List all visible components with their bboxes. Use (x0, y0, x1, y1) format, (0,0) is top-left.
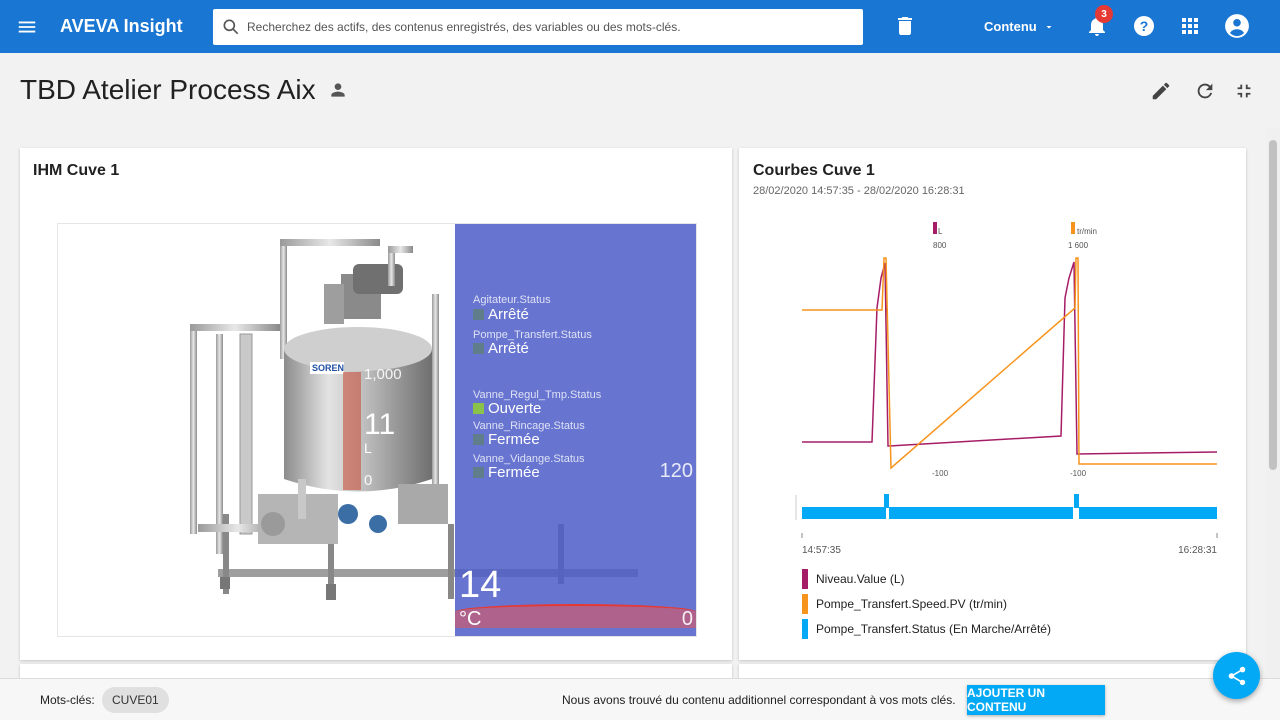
legend-swatch (802, 569, 808, 589)
person-icon (328, 80, 348, 100)
level-gauge-max: 1,000 (364, 366, 402, 383)
hmi-card: IHM Cuve 1 SOREN 1,000 11 L 0 Agitateur.… (20, 148, 732, 660)
status-square-icon (473, 309, 484, 320)
speed-unit-label: tr/min (1077, 227, 1097, 236)
top-app-bar: AVEVA Insight Contenu 3 ? (0, 0, 1280, 53)
legend-label: Pompe_Transfert.Speed.PV (tr/min) (816, 597, 1007, 611)
temperature-gauge-bar (455, 604, 696, 628)
niveau-scale-bottom: -100 (932, 469, 949, 478)
status-square-icon (473, 434, 484, 445)
keyword-suggestion-bar: Mots-clés: CUVE01 Nous avons trouvé du c… (0, 678, 1280, 720)
status-band-spike (1074, 494, 1079, 508)
add-content-button[interactable]: AJOUTER UN CONTENU (967, 685, 1105, 715)
content-dropdown[interactable]: Contenu (984, 19, 1055, 34)
hamburger-menu-icon[interactable] (16, 16, 38, 38)
transfer-pump-status-text: Arrêté (488, 340, 529, 357)
search-box[interactable] (213, 9, 863, 45)
search-input[interactable] (247, 20, 847, 34)
share-fab[interactable] (1213, 652, 1260, 699)
legend-label: Pompe_Transfert.Status (En Marche/Arrêté… (816, 622, 1051, 636)
app-title[interactable]: AVEVA Insight (60, 16, 183, 37)
status-band-segment (802, 507, 886, 519)
scrollbar-thumb[interactable] (1269, 140, 1277, 470)
search-icon (223, 19, 239, 35)
apps-grid-icon[interactable] (1178, 14, 1202, 38)
speed-scale-top: 1 600 (1068, 241, 1089, 250)
agitator-status-text: Arrêté (488, 306, 529, 323)
found-content-message: Nous avons trouvé du contenu additionnel… (562, 693, 956, 707)
legend-label: Niveau.Value (L) (816, 572, 905, 586)
keywords-label: Mots-clés: (40, 693, 95, 707)
edit-pencil-icon[interactable] (1150, 80, 1172, 102)
series-niveau-line (802, 261, 1218, 455)
status-square-icon (473, 467, 484, 478)
hmi-card-title: IHM Cuve 1 (33, 162, 120, 179)
legend-swatch (802, 594, 808, 614)
chart-card: Courbes Cuve 1 28/02/2020 14:57:35 - 28/… (739, 148, 1246, 660)
temperature-gauge-min: 0 (681, 608, 693, 630)
tank-brand-label: SOREN (312, 363, 345, 373)
caret-down-icon (1046, 25, 1052, 28)
status-band-segment (889, 507, 1073, 519)
share-icon (1228, 666, 1245, 685)
drain-valve-status-value: Fermée (473, 464, 540, 481)
page-title: TBD Atelier Process Aix (20, 74, 316, 105)
niveau-scale-marker (933, 222, 937, 234)
notification-count-badge: 3 (1095, 5, 1113, 23)
page-scrollbar[interactable] (1266, 128, 1280, 678)
svg-text:?: ? (1140, 18, 1149, 34)
delete-icon[interactable] (893, 14, 917, 38)
legend-item-niveau[interactable]: Niveau.Value (L) (802, 569, 905, 589)
rinse-valve-status-value: Fermée (473, 431, 540, 448)
speed-scale-bottom: -100 (1070, 469, 1087, 478)
temperature-unit: °C (459, 608, 482, 630)
chart-card-title: Courbes Cuve 1 (753, 162, 875, 179)
series-speed-line (802, 257, 1217, 470)
level-unit: L (364, 440, 372, 456)
legend-item-status[interactable]: Pompe_Transfert.Status (En Marche/Arrêté… (802, 619, 1051, 639)
refresh-icon[interactable] (1194, 80, 1216, 102)
keyword-chip[interactable]: CUVE01 (102, 687, 169, 713)
status-overlay-panel: Agitateur.Status Arrêté Pompe_Transfert.… (455, 224, 696, 636)
status-square-icon (473, 403, 484, 414)
level-value: 11 (364, 408, 396, 441)
x-axis-start-label: 14:57:35 (802, 545, 841, 556)
temperature-value: 14 (459, 564, 502, 606)
hmi-graphic: SOREN 1,000 11 L 0 Agitateur.Status Arrê… (57, 223, 697, 637)
help-icon[interactable]: ? (1132, 14, 1156, 38)
transfer-pump-status-value: Arrêté (473, 340, 529, 357)
temp-valve-status-text: Ouverte (488, 400, 542, 417)
status-band-spike (884, 494, 889, 508)
rinse-valve-status-text: Fermée (488, 431, 540, 448)
niveau-unit-label: L (938, 227, 943, 236)
legend-swatch (802, 619, 808, 639)
drain-valve-status-text: Fermée (488, 464, 540, 481)
agitator-status-label: Agitateur.Status (473, 294, 551, 306)
level-gauge-bar (343, 372, 361, 490)
temperature-gauge-max: 120 (659, 460, 693, 482)
chart-time-range: 28/02/2020 14:57:35 - 28/02/2020 16:28:3… (753, 185, 965, 197)
niveau-scale-top: 800 (933, 241, 947, 250)
content-dropdown-label: Contenu (984, 19, 1037, 34)
account-avatar-icon[interactable] (1224, 13, 1250, 39)
temp-valve-status-value: Ouverte (473, 400, 541, 417)
status-square-icon (473, 343, 484, 354)
exit-fullscreen-icon[interactable] (1233, 80, 1255, 102)
status-band-segment (1079, 507, 1217, 519)
agitator-status-value: Arrêté (473, 306, 529, 323)
legend-item-speed[interactable]: Pompe_Transfert.Speed.PV (tr/min) (802, 594, 1007, 614)
x-axis-end-label: 16:28:31 (1178, 545, 1217, 556)
speed-scale-marker (1071, 222, 1075, 234)
level-gauge-min: 0 (364, 472, 373, 489)
